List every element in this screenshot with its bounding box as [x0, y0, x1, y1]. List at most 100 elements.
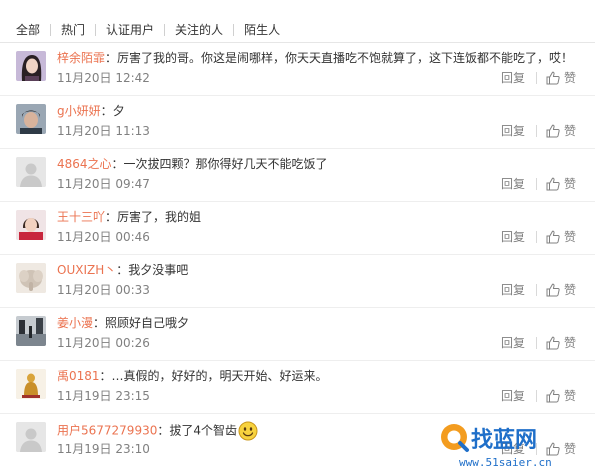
comment-content: OUXIZH丶：我夕没事吧 [57, 262, 583, 278]
comment-timestamp: 11月20日 00:46 [57, 230, 150, 244]
comment-username[interactable]: 4864之心 [57, 157, 112, 171]
reply-button[interactable]: 回复 [501, 228, 525, 245]
comment-actions: 回复 赞 [501, 228, 576, 245]
like-label: 赞 [563, 124, 576, 138]
user-avatar[interactable] [16, 316, 46, 346]
comment-username[interactable]: g小妍妍 [57, 104, 101, 118]
comment-timestamp: 11月20日 00:33 [57, 283, 150, 297]
action-divider [535, 230, 537, 243]
user-avatar[interactable] [16, 422, 46, 452]
comment-timestamp: 11月20日 12:42 [57, 71, 150, 85]
reply-button[interactable]: 回复 [501, 175, 525, 192]
thumbs-up-icon [546, 124, 560, 138]
comment-item: 4864之心：一次拔四颗？那你得好几天不能吃饭了 11月20日 09:47 回复… [0, 149, 595, 202]
comment-text: ：厉害了我的哥。你这是闹哪样，你天天直播吃不饱就算了，这下连饭都不能吃了，哎！ [105, 51, 574, 65]
comment-content: g小妍妍：夕 [57, 103, 583, 119]
like-button[interactable]: 赞 [546, 387, 576, 404]
comment-text: ：一次拔四颗？那你得好几天不能吃饭了 [111, 157, 328, 171]
comment-text: ：厉害了，我的姐 [105, 210, 202, 224]
tab-following[interactable]: 关注的人 [175, 22, 223, 38]
comment-text: ：我夕没事吧 [116, 263, 189, 277]
user-avatar[interactable] [16, 210, 46, 240]
comment-item: 姜小漫：照顾好自己哦夕 11月20日 00:26 回复 赞 [0, 308, 595, 361]
comment-content: 王十三吖：厉害了，我的姐 [57, 209, 583, 225]
like-button[interactable]: 赞 [546, 281, 576, 298]
comment-content: 禹0181：…真假的，好好的，明天开始、好运来。 [57, 368, 583, 384]
reply-button[interactable]: 回复 [501, 69, 525, 86]
comment-timestamp: 11月19日 23:10 [57, 442, 150, 456]
comment-item: 禹0181：…真假的，好好的，明天开始、好运来。 11月19日 23:15 回复… [0, 361, 595, 414]
like-label: 赞 [563, 177, 576, 191]
reply-button[interactable]: 回复 [501, 334, 525, 351]
comment-timestamp: 11月20日 00:26 [57, 336, 150, 350]
comment-username[interactable]: OUXIZH丶 [57, 263, 116, 277]
like-label: 赞 [563, 336, 576, 350]
user-avatar[interactable] [16, 157, 46, 187]
like-label: 赞 [563, 71, 576, 85]
comment-username[interactable]: 王十三吖 [57, 210, 105, 224]
comment-item: 梓余陌霏：厉害了我的哥。你这是闹哪样，你天天直播吃不饱就算了，这下连饭都不能吃了… [0, 43, 595, 96]
comment-text: ：照顾好自己哦夕 [93, 316, 190, 330]
comment-content: 梓余陌霏：厉害了我的哥。你这是闹哪样，你天天直播吃不饱就算了，这下连饭都不能吃了… [57, 50, 583, 66]
comment-text: ：夕 [100, 104, 125, 118]
comment-username[interactable]: 梓余陌霏 [57, 51, 105, 65]
comment-filter-tabs: 全部 热门 认证用户 关注的人 陌生人 [0, 0, 595, 43]
thumbs-up-icon [546, 389, 560, 403]
comment-timestamp: 11月20日 09:47 [57, 177, 150, 191]
comment-actions: 回复 赞 [501, 175, 576, 192]
like-button[interactable]: 赞 [546, 334, 576, 351]
reply-button[interactable]: 回复 [501, 387, 525, 404]
thumbs-up-icon [546, 283, 560, 297]
tab-divider [164, 24, 166, 36]
comment-username[interactable]: 禹0181 [57, 369, 100, 383]
like-button[interactable]: 赞 [546, 228, 576, 245]
like-label: 赞 [563, 230, 576, 244]
thumbs-up-icon [546, 336, 560, 350]
tab-all[interactable]: 全部 [16, 22, 40, 38]
tab-hot[interactable]: 热门 [61, 22, 85, 38]
action-divider [535, 389, 537, 402]
action-divider [535, 71, 537, 84]
comment-content: 4864之心：一次拔四颗？那你得好几天不能吃饭了 [57, 156, 583, 172]
tab-divider [95, 24, 97, 36]
comment-item: g小妍妍：夕 11月20日 11:13 回复 赞 [0, 96, 595, 149]
smile-emoji-icon [238, 421, 258, 441]
action-divider [535, 177, 537, 190]
user-avatar[interactable] [16, 104, 46, 134]
comment-actions: 回复 赞 [501, 334, 576, 351]
comment-username[interactable]: 姜小漫 [57, 316, 93, 330]
like-button[interactable]: 赞 [546, 122, 576, 139]
tab-verified[interactable]: 认证用户 [106, 22, 154, 38]
thumbs-up-icon [546, 177, 560, 191]
like-button[interactable]: 赞 [546, 175, 576, 192]
user-avatar[interactable] [16, 369, 46, 399]
reply-button[interactable]: 回复 [501, 122, 525, 139]
comment-item: OUXIZH丶：我夕没事吧 11月20日 00:33 回复 赞 [0, 255, 595, 308]
thumbs-up-icon [546, 230, 560, 244]
tab-strangers[interactable]: 陌生人 [244, 22, 280, 38]
comment-username[interactable]: 用户5677279930 [57, 424, 157, 438]
comment-actions: 回复 赞 [501, 122, 576, 139]
comment-text: ：拔了4个智齿 [157, 423, 237, 438]
user-avatar[interactable] [16, 51, 46, 81]
watermark-url: www.51saier.cn [459, 456, 552, 469]
thumbs-up-icon [546, 71, 560, 85]
comment-item: 王十三吖：厉害了，我的姐 11月20日 00:46 回复 赞 [0, 202, 595, 255]
action-divider [535, 336, 537, 349]
tab-list: 全部 热门 认证用户 关注的人 陌生人 [16, 22, 280, 38]
comment-actions: 回复 赞 [501, 281, 576, 298]
comment-text: ：…真假的，好好的，明天开始、好运来。 [99, 369, 328, 383]
watermark-logo-text: 找蓝网 [471, 428, 537, 453]
comment-list: 梓余陌霏：厉害了我的哥。你这是闹哪样，你天天直播吃不饱就算了，这下连饭都不能吃了… [0, 43, 595, 467]
comment-actions: 回复 赞 [501, 387, 576, 404]
user-avatar[interactable] [16, 263, 46, 293]
comment-content: 姜小漫：照顾好自己哦夕 [57, 315, 583, 331]
comment-actions: 回复 赞 [501, 69, 576, 86]
tab-divider [233, 24, 235, 36]
like-label: 赞 [563, 389, 576, 403]
reply-button[interactable]: 回复 [501, 281, 525, 298]
site-watermark-logo: 找蓝网 www.51saier.cn [441, 424, 552, 469]
comment-timestamp: 11月19日 23:15 [57, 389, 150, 403]
action-divider [535, 283, 537, 296]
like-button[interactable]: 赞 [546, 69, 576, 86]
